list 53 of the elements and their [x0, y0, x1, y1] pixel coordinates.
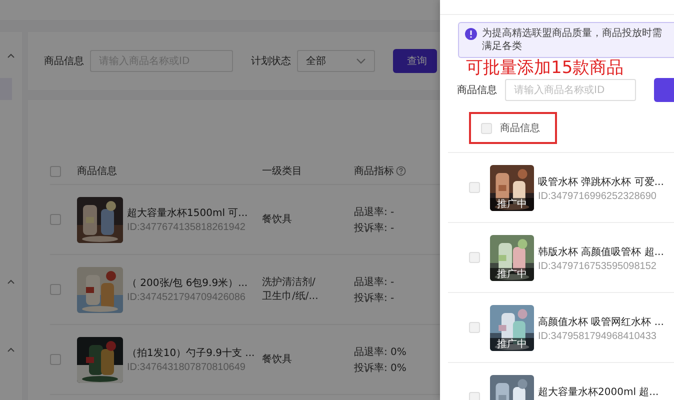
status-badge: 推广中	[490, 268, 534, 281]
metric-text: 投诉率: -	[354, 222, 394, 234]
product-title[interactable]: （拍1发10）勺子9.9十支 ...	[127, 346, 255, 360]
metric-text: 品退率: 0%	[354, 346, 406, 358]
annotation-text: 可批量添加15款商品	[466, 58, 624, 78]
info-icon	[465, 28, 477, 40]
table-cell: 洗护清洁剂/ 卫生巾/纸/...	[262, 276, 318, 302]
chevron-up-icon[interactable]	[7, 279, 15, 284]
status-badge: 推广中	[490, 338, 534, 351]
search-field[interactable]: 请输入商品名称或ID	[505, 79, 636, 101]
field-label: 商品信息	[457, 84, 497, 97]
column-header: 商品信息	[77, 166, 117, 177]
product-title[interactable]: 吸管水杯 弹跳杯水杯 可爱...	[538, 175, 664, 189]
checkbox[interactable]	[50, 214, 61, 225]
column-header: 一级类目	[262, 166, 302, 177]
chevron-up-icon[interactable]	[7, 347, 15, 352]
product-id: ID:3474521794709426086	[127, 292, 246, 303]
chevron-up-icon[interactable]	[7, 52, 15, 58]
product-title[interactable]: （ 200张/包 6包9.9米）...	[127, 276, 248, 290]
table-cell: 餐饮具	[262, 214, 292, 224]
status-badge: 推广中	[490, 198, 534, 211]
metric-text: 品退率: -	[354, 276, 394, 288]
product-id: ID:3477674135818261942	[127, 222, 246, 233]
status-dropdown[interactable]: 全部	[297, 50, 375, 72]
product-title[interactable]: 超大容量水杯1500ml 可...	[127, 206, 248, 220]
checkbox[interactable]	[481, 122, 492, 134]
product-title[interactable]: 韩版水杯 高颜值吸管杯 超...	[538, 245, 664, 259]
field-label: 商品信息	[44, 54, 84, 68]
product-title[interactable]: 超大容量水杯2000ml 超...	[538, 385, 659, 399]
help-icon[interactable]	[396, 166, 406, 176]
product-title[interactable]: 高颜值水杯 吸管网红水杯 ...	[538, 315, 664, 329]
product-id: ID:3479716996252328690	[538, 191, 658, 202]
query-button[interactable]: 查询	[393, 49, 437, 73]
checkbox[interactable]	[50, 284, 61, 295]
checkbox[interactable]	[469, 392, 480, 400]
dim-overlay[interactable]	[0, 0, 440, 400]
metric-text: 投诉率: 0%	[354, 362, 406, 374]
column-header: 商品指标	[354, 164, 394, 178]
metric-text: 品退率: -	[354, 206, 394, 218]
product-id: ID:3479581794968410433	[538, 331, 658, 342]
column-header: 商品信息	[500, 122, 540, 135]
checkbox[interactable]	[50, 354, 61, 365]
table-cell: 餐饮具	[262, 354, 292, 364]
checkbox[interactable]	[469, 322, 480, 333]
field-label: 计划状态	[251, 54, 291, 68]
checkbox[interactable]	[469, 182, 480, 193]
checkbox[interactable]	[50, 166, 61, 176]
product-id: ID:3476431807870810649	[127, 362, 246, 373]
checkbox[interactable]	[469, 252, 480, 263]
metric-text: 投诉率: -	[354, 292, 394, 304]
notice-text: 为提高精选联盟商品质量，商品投放时需满足各类	[482, 27, 663, 53]
chevron-down-icon	[356, 58, 366, 64]
product-id: ID:3479716753595098152	[538, 261, 658, 272]
